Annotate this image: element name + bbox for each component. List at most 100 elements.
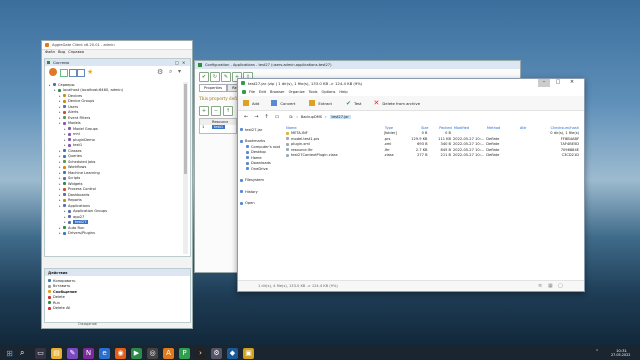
archive-menu-organize[interactable]: Organize bbox=[289, 90, 305, 94]
expand-arrow-icon[interactable]: ▸ bbox=[64, 138, 67, 142]
status-grid-view-icon[interactable]: ▦ bbox=[548, 283, 553, 289]
file-row[interactable]: resource.lfrr .lfrr 2.7 KB 845 B 2022-05-27 … bbox=[286, 147, 581, 153]
panel-maximize-icon[interactable]: □ bbox=[175, 60, 179, 65]
archive-menu-edit[interactable]: Edit bbox=[259, 90, 266, 94]
convert-button[interactable]: Convert bbox=[280, 101, 295, 106]
table-add-icon[interactable]: + bbox=[199, 106, 209, 116]
expand-arrow-icon[interactable]: ▸ bbox=[59, 160, 62, 164]
expand-arrow-icon[interactable]: ▸ bbox=[59, 165, 62, 169]
status-preview-icon[interactable]: ▢ bbox=[558, 283, 563, 289]
settings-icon[interactable]: ⚙ bbox=[157, 68, 163, 76]
panel-close-icon[interactable]: × bbox=[182, 60, 185, 65]
clock-time[interactable]: 10:31 bbox=[616, 348, 627, 353]
archive-menu-tools[interactable]: Tools bbox=[309, 90, 318, 94]
expand-arrow-icon[interactable]: ▸ bbox=[64, 127, 67, 131]
archive-menu-browser[interactable]: Browser bbox=[270, 90, 285, 94]
file-row[interactable]: model.test1.prs .prs 129.9 KB 111 KB 2022-05… bbox=[286, 136, 581, 142]
column-header[interactable]: Size bbox=[412, 126, 430, 130]
expand-arrow-icon[interactable]: ▸ bbox=[64, 143, 67, 147]
config-save-icon[interactable]: ✔ bbox=[199, 72, 209, 82]
list-icon[interactable] bbox=[60, 69, 68, 77]
clock-date[interactable]: 27.05.2022 bbox=[611, 353, 630, 357]
delete-from-archive-button[interactable]: Delete from archive bbox=[382, 101, 420, 106]
expand-arrow-icon[interactable]: ▸ bbox=[59, 99, 62, 103]
expand-arrow-icon[interactable]: ▸ bbox=[59, 187, 62, 191]
task-view-icon[interactable]: ▭ bbox=[35, 347, 46, 359]
expand-arrow-icon[interactable]: ▸ bbox=[59, 198, 62, 202]
expand-arrow-icon[interactable]: ▸ bbox=[59, 182, 62, 186]
column-header[interactable]: Modified bbox=[454, 126, 487, 130]
breadcrumb-drive[interactable]: D: bbox=[289, 115, 293, 119]
expand-arrow-icon[interactable]: ▸ bbox=[59, 105, 62, 109]
favorite-icon[interactable]: ★ bbox=[87, 68, 93, 76]
add-button[interactable]: Add bbox=[252, 101, 259, 106]
firefox-icon[interactable]: ◉ bbox=[115, 347, 126, 359]
notes-icon[interactable]: ▣ bbox=[243, 347, 254, 359]
convert-icon[interactable] bbox=[271, 100, 278, 106]
file-row[interactable]: META-INF [folder] 0 B 0 B 0 dir(s), 1 file(s… bbox=[286, 131, 581, 137]
expand-arrow-icon[interactable]: ▸ bbox=[54, 88, 57, 92]
expand-arrow-icon[interactable]: ▸ bbox=[64, 209, 67, 213]
expand-arrow-icon[interactable]: ▸ bbox=[49, 83, 52, 87]
vpn-icon[interactable]: ◆ bbox=[227, 347, 238, 359]
search-icon[interactable]: ⌕ bbox=[169, 68, 172, 76]
close-button[interactable]: × bbox=[566, 79, 578, 87]
browser-icon[interactable]: e bbox=[99, 347, 110, 359]
expand-arrow-icon[interactable]: ▸ bbox=[64, 132, 67, 136]
menu-help[interactable]: Справка bbox=[68, 50, 84, 56]
breadcrumb-archive[interactable]: test27.jar bbox=[329, 115, 351, 119]
peazip-taskbar-icon[interactable]: P bbox=[179, 347, 190, 359]
archive-menu-icon[interactable] bbox=[242, 89, 246, 94]
expand-arrow-icon[interactable]: ▸ bbox=[59, 121, 62, 125]
start-button[interactable]: ⊞ bbox=[4, 348, 15, 359]
back-icon[interactable]: ← bbox=[244, 114, 248, 120]
forward-icon[interactable]: → bbox=[254, 114, 258, 120]
tree-scrollbar[interactable] bbox=[183, 82, 188, 254]
minimize-button[interactable]: – bbox=[538, 79, 550, 87]
tree-item[interactable]: ▸ Drivers/Plugins bbox=[47, 231, 181, 237]
tree-scrollbar-thumb[interactable] bbox=[184, 84, 187, 174]
expand-arrow-icon[interactable]: ▸ bbox=[59, 231, 62, 235]
expand-arrow-icon[interactable]: ▸ bbox=[59, 204, 62, 208]
test-icon[interactable]: ✔ bbox=[346, 100, 351, 107]
expand-arrow-icon[interactable]: ▸ bbox=[64, 215, 67, 219]
file-row[interactable]: plugin.xml .xml 693 B 340 B 2022-05-27 10:..… bbox=[286, 142, 581, 148]
file-row[interactable]: test27ContextPlugin.class .class 277 B 211 … bbox=[286, 153, 581, 159]
expand-arrow-icon[interactable]: ▸ bbox=[59, 94, 62, 98]
table-remove-icon[interactable]: − bbox=[211, 106, 221, 116]
test-button[interactable]: Test bbox=[354, 101, 361, 106]
view-icon[interactable] bbox=[69, 69, 77, 77]
column-header[interactable]: Name bbox=[286, 126, 385, 130]
expand-arrow-icon[interactable]: ▸ bbox=[59, 149, 62, 153]
delete-icon[interactable]: ✕ bbox=[374, 99, 380, 107]
terminal-icon[interactable]: › bbox=[195, 347, 206, 359]
config-edit-icon[interactable]: ✎ bbox=[221, 72, 231, 82]
archive-menu-help[interactable]: Help bbox=[339, 90, 347, 94]
column-header[interactable]: Attr bbox=[520, 126, 537, 130]
action-item[interactable]: Delete All bbox=[48, 306, 178, 312]
taskbar-search-icon[interactable]: ⌕ bbox=[20, 348, 24, 358]
tab-properties[interactable]: Properties bbox=[199, 84, 228, 92]
column-header[interactable]: Method bbox=[487, 126, 520, 130]
media-icon[interactable]: ▶ bbox=[131, 347, 142, 359]
expand-arrow-icon[interactable]: ▸ bbox=[59, 176, 62, 180]
column-header[interactable]: Packed bbox=[431, 126, 454, 130]
column-header[interactable]: Type bbox=[385, 126, 412, 130]
filter-icon[interactable]: ▾ bbox=[178, 68, 181, 75]
status-list-view-icon[interactable]: ≡ bbox=[538, 283, 542, 289]
copy-icon[interactable] bbox=[77, 69, 85, 77]
up-icon[interactable]: ↑ bbox=[264, 114, 268, 120]
config-reload-icon[interactable]: ↻ bbox=[210, 72, 220, 82]
file-explorer-icon[interactable]: ▤ bbox=[51, 347, 62, 359]
notepad-icon[interactable]: ✎ bbox=[67, 347, 78, 359]
onenote-icon[interactable]: N bbox=[83, 347, 94, 359]
extract-icon[interactable] bbox=[309, 100, 316, 106]
expand-arrow-icon[interactable]: ▸ bbox=[59, 110, 62, 114]
refresh-icon[interactable] bbox=[49, 68, 57, 76]
extract-button[interactable]: Extract bbox=[318, 101, 332, 106]
expand-arrow-icon[interactable]: ▸ bbox=[59, 154, 62, 158]
expand-arrow-icon[interactable]: ▸ bbox=[64, 220, 67, 224]
sidebar-item[interactable]: Open bbox=[240, 201, 284, 207]
menu-view[interactable]: Вид bbox=[58, 50, 65, 56]
table-up-icon[interactable]: ↑ bbox=[223, 106, 233, 116]
